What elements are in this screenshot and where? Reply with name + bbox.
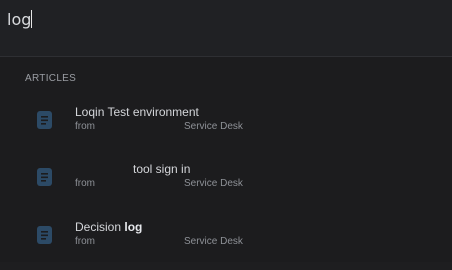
article-icon — [37, 168, 52, 186]
result-from-label: from — [75, 121, 95, 132]
result-project: Service Desk — [184, 178, 243, 189]
result-from-label: from — [75, 178, 95, 189]
result-from-label: from — [75, 236, 95, 247]
result-item[interactable]: tool sign in from Service Desk — [0, 162, 452, 212]
results-panel: ARTICLES Loqin Test environment from Ser… — [0, 57, 452, 262]
text-caret — [31, 10, 33, 28]
result-title: Decision log — [75, 220, 143, 234]
article-icon — [37, 111, 52, 129]
result-title: Loqin Test environment — [75, 105, 199, 119]
result-project: Service Desk — [184, 121, 243, 132]
result-item[interactable]: Decision log from Service Desk — [0, 220, 452, 270]
section-label-articles: ARTICLES — [25, 73, 77, 84]
article-icon — [37, 226, 52, 244]
search-query: log — [7, 10, 32, 29]
result-title: tool sign in — [133, 162, 191, 176]
search-input[interactable]: log — [7, 10, 33, 29]
search-bar[interactable]: log — [0, 0, 452, 57]
result-item[interactable]: Loqin Test environment from Service Desk — [0, 105, 452, 155]
result-project: Service Desk — [184, 236, 243, 247]
